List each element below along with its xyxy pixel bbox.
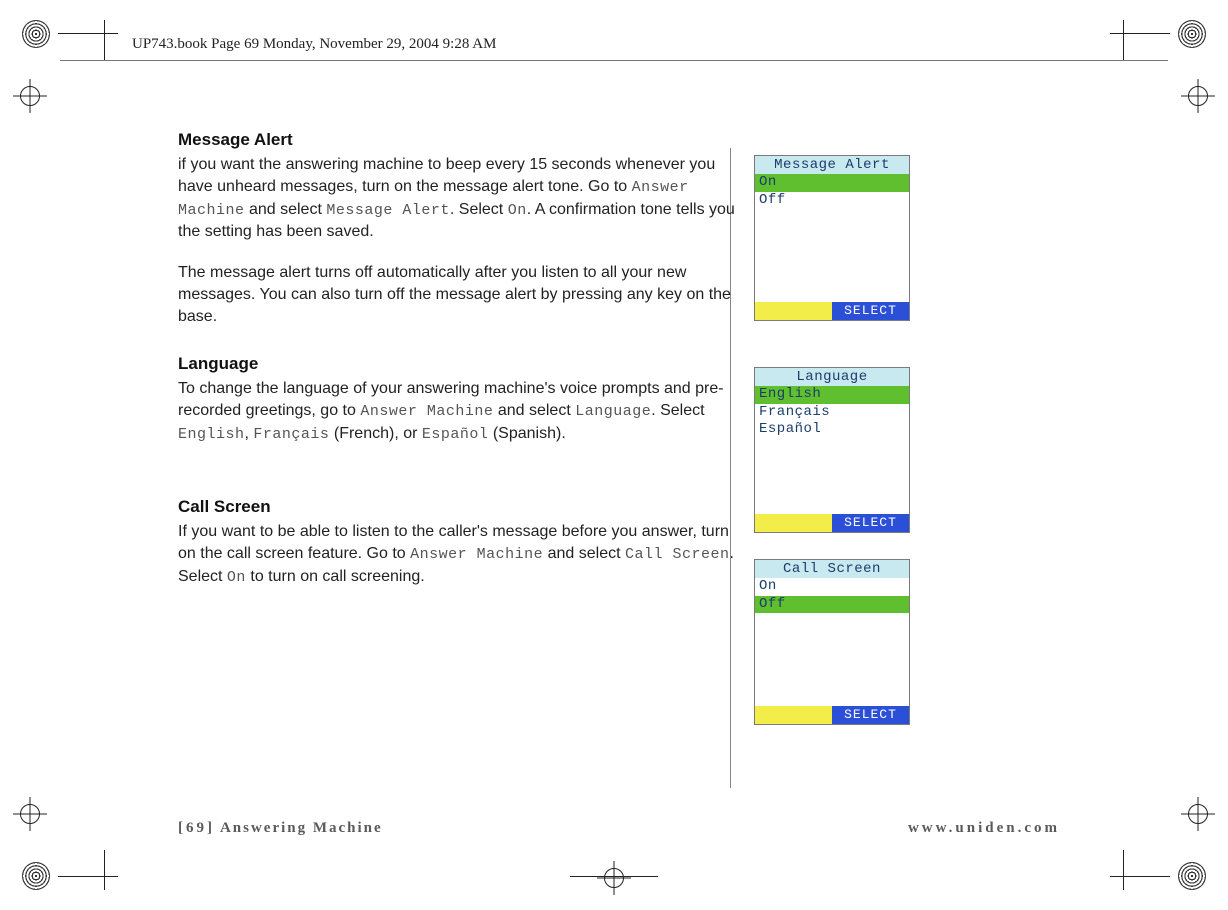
screen-body (755, 209, 909, 302)
crop-line (58, 33, 118, 34)
text: to turn on call screening. (246, 568, 425, 585)
registration-mark-icon (1188, 86, 1208, 106)
registration-mark-icon (20, 804, 40, 824)
footer-url: www.uniden.com (908, 820, 1060, 837)
screen-option-selected: Off (755, 596, 909, 614)
text: and select (245, 201, 327, 218)
running-head: UP743.book Page 69 Monday, November 29, … (0, 36, 1228, 53)
softkey-left-blank (755, 706, 832, 724)
registration-mark-icon (604, 868, 624, 888)
crop-line (1110, 33, 1170, 34)
screen-call-screen: Call Screen On Off SELECT (754, 559, 910, 725)
screen-title: Message Alert (755, 156, 909, 174)
softkey-left-blank (755, 514, 832, 532)
menu-term: Message Alert (326, 202, 450, 219)
crop-line (570, 876, 658, 877)
menu-term: Language (575, 403, 651, 420)
menu-term: English (178, 426, 245, 443)
softkey-row: SELECT (755, 514, 909, 532)
paragraph: If you want to be able to listen to the … (178, 521, 738, 588)
text: and select (493, 402, 575, 419)
softkey-select: SELECT (832, 514, 909, 532)
screen-option: Español (755, 421, 909, 439)
softkey-row: SELECT (755, 706, 909, 724)
softkey-select: SELECT (832, 302, 909, 320)
softkey-row: SELECT (755, 302, 909, 320)
crop-line (104, 850, 105, 890)
registration-mark-icon (20, 86, 40, 106)
menu-term: Answer Machine (410, 546, 543, 563)
screen-option-selected: English (755, 386, 909, 404)
screen-option-selected: On (755, 174, 909, 192)
screen-language: Language English Français Español SELECT (754, 367, 910, 533)
text: (French), or (329, 425, 421, 442)
screen-illustrations: Message Alert On Off SELECT Language Eng… (754, 155, 914, 791)
screen-option: Français (755, 404, 909, 422)
text: . Select (450, 201, 508, 218)
paragraph: if you want the answering machine to bee… (178, 154, 738, 244)
crop-line (58, 876, 118, 877)
screen-option: On (755, 578, 909, 596)
menu-term: Answer Machine (360, 403, 493, 420)
softkey-select: SELECT (832, 706, 909, 724)
menu-term: Français (253, 426, 329, 443)
screen-body (755, 439, 909, 515)
screen-title: Call Screen (755, 560, 909, 578)
screen-body (755, 613, 909, 706)
crop-target-icon (1178, 862, 1206, 890)
crop-line (1123, 850, 1124, 890)
text: and select (543, 545, 625, 562)
crop-target-icon (22, 862, 50, 890)
menu-term: On (508, 202, 527, 219)
menu-term: On (227, 569, 246, 586)
page-number: [69] (178, 820, 215, 836)
screen-message-alert: Message Alert On Off SELECT (754, 155, 910, 321)
paragraph: To change the language of your answering… (178, 378, 738, 445)
softkey-left-blank (755, 302, 832, 320)
text: (Spanish). (488, 425, 565, 442)
footer-left: [69] Answering Machine (178, 820, 383, 837)
footer-section-title: Answering Machine (220, 820, 383, 836)
screen-option: Off (755, 192, 909, 210)
registration-mark-icon (1188, 804, 1208, 824)
menu-term: Call Screen (625, 546, 730, 563)
header-rule (60, 60, 1168, 61)
screen-title: Language (755, 368, 909, 386)
menu-term: Español (422, 426, 489, 443)
text: . Select (651, 402, 704, 419)
heading-message-alert: Message Alert (178, 130, 918, 150)
paragraph: The message alert turns off automaticall… (178, 262, 738, 328)
crop-line (1110, 876, 1170, 877)
page-footer: [69] Answering Machine www.uniden.com (178, 820, 1060, 837)
